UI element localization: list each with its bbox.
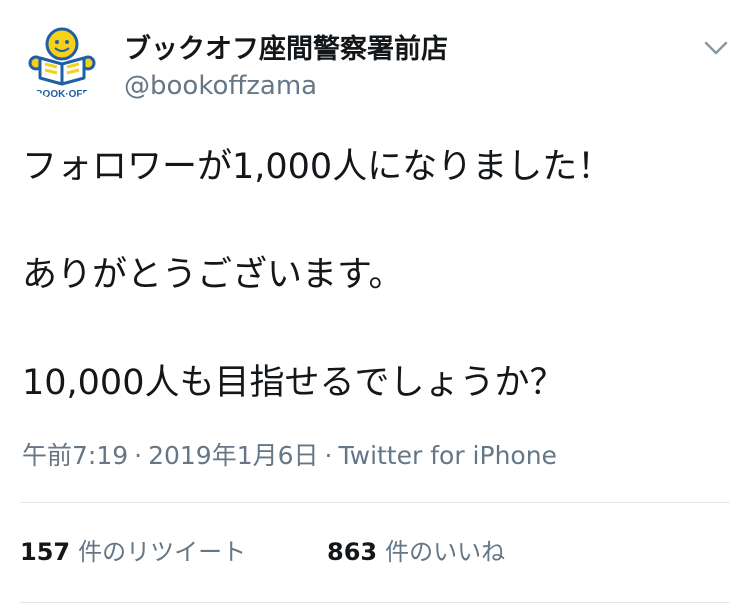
tweet-text-line-1: フォロワーが1,000人になりました！ xyxy=(22,147,613,187)
divider xyxy=(20,502,730,503)
divider xyxy=(20,602,730,603)
display-name[interactable]: ブックオフ座間警察署前店 xyxy=(124,33,448,67)
chevron-down-icon[interactable] xyxy=(702,37,730,59)
tweet-text-line-3: 10,000人も目指せるでしょうか？ xyxy=(22,363,565,403)
meta-separator: · xyxy=(134,441,143,470)
meta-separator: · xyxy=(324,441,333,470)
retweets-stat[interactable]: 157 件のリツイート xyxy=(20,532,246,572)
tweet-header: BOOK·OFF ブックオフ座間警察署前店 @bookoffzama xyxy=(0,0,750,120)
retweets-count: 157 xyxy=(20,538,71,566)
tweet-time[interactable]: 午前7:19 xyxy=(22,441,128,470)
tweet-source[interactable]: Twitter for iPhone xyxy=(338,441,556,470)
retweets-label: 件のリツイート xyxy=(78,538,247,566)
avatar[interactable]: BOOK·OFF xyxy=(24,24,100,100)
tweet-detail: BOOK·OFF ブックオフ座間警察署前店 @bookoffzama フォロワー… xyxy=(0,0,750,610)
bookoff-logo-icon: BOOK·OFF xyxy=(28,27,96,100)
likes-label: 件のいいね xyxy=(385,538,506,566)
handle[interactable]: @bookoffzama xyxy=(124,70,317,102)
tweet-meta: 午前7:19 · 2019年1月6日 · Twitter for iPhone xyxy=(22,438,557,474)
tweet-text-line-2: ありがとうございます。 xyxy=(22,255,404,295)
likes-stat[interactable]: 863 件のいいね xyxy=(327,532,505,572)
likes-count: 863 xyxy=(327,538,378,566)
avatar-brand-text: BOOK·OFF xyxy=(35,89,88,100)
tweet-date[interactable]: 2019年1月6日 xyxy=(148,441,318,470)
